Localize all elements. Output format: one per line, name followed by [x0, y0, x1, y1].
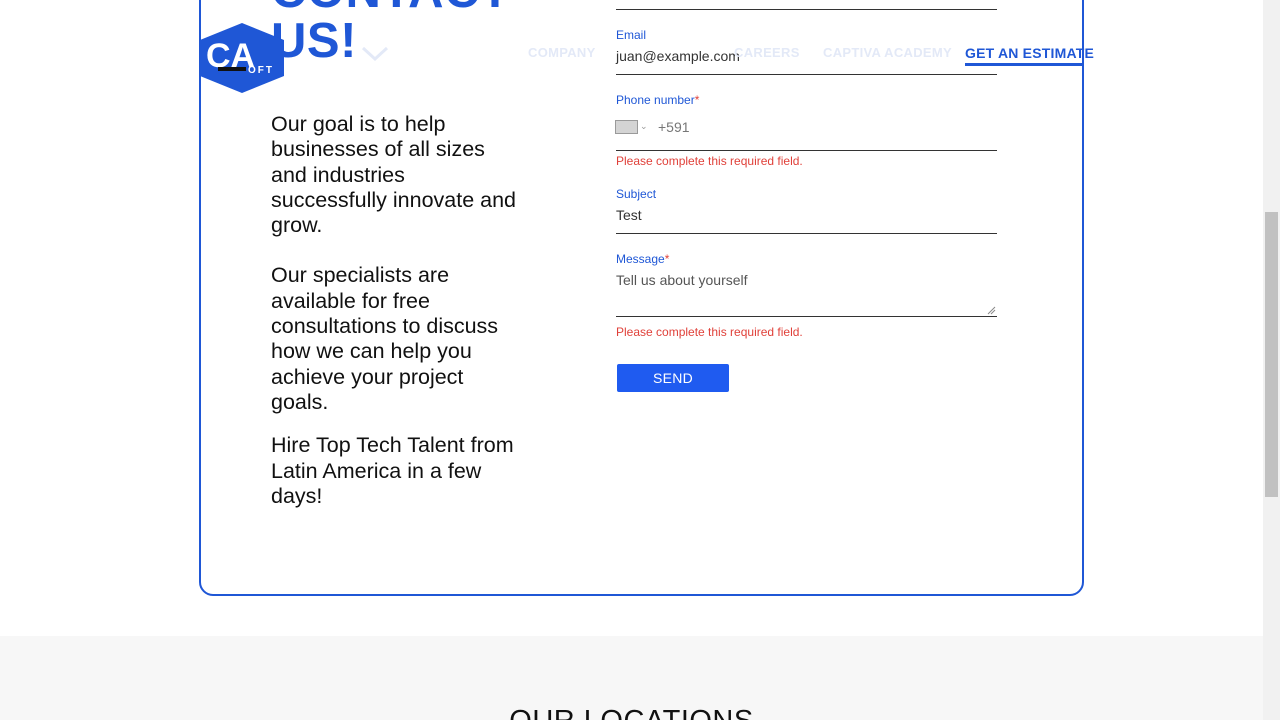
resize-handle-icon[interactable] — [987, 306, 996, 315]
message-required-mark: * — [664, 252, 670, 266]
message-label-text: Message — [616, 252, 665, 266]
send-button[interactable]: SEND — [617, 364, 729, 392]
phone-underline — [616, 150, 997, 151]
phone-field[interactable]: +591 — [658, 119, 690, 135]
subject-field[interactable]: Test — [616, 207, 642, 223]
intro-paragraph-hire: Hire Top Tech Talent from Latin America … — [271, 433, 514, 508]
email-label: Email — [616, 28, 647, 42]
page-title-line2: US! — [271, 14, 357, 68]
page: CONTACT US! Our goal is to help business… — [0, 0, 1280, 720]
logo-subtext: OFT — [248, 65, 274, 76]
country-flag-icon[interactable] — [615, 120, 638, 134]
locations-title: OUR LOCATIONS — [0, 705, 1263, 720]
message-error: Please complete this required field. — [616, 325, 803, 339]
phone-label: Phone number* — [616, 93, 699, 107]
subject-underline — [616, 233, 997, 234]
chevron-down-icon[interactable]: ⌄ — [640, 121, 648, 132]
intro-paragraph-specialists: Our specialists are available for free c… — [271, 263, 499, 414]
contact-intro: Our goal is to help businesses of all si… — [271, 112, 519, 534]
subject-label: Subject — [616, 187, 657, 201]
nav-item-company[interactable]: COMPANY — [528, 45, 596, 60]
page-title: CONTACT US! — [271, 0, 571, 66]
get-estimate-underline — [965, 63, 1083, 66]
menu-chevron-icon[interactable] — [360, 42, 390, 64]
email-field[interactable]: juan@example.com — [616, 48, 740, 64]
email-underline — [616, 74, 997, 75]
get-estimate-link[interactable]: GET AN ESTIMATE — [965, 45, 1094, 61]
message-underline — [616, 316, 997, 317]
intro-paragraph-goal: Our goal is to help businesses of all si… — [271, 112, 517, 238]
scrollbar-thumb[interactable] — [1265, 212, 1278, 497]
nav-item-careers[interactable]: CAREERS — [734, 45, 800, 60]
nav-item-academy[interactable]: CAPTIVA ACADEMY — [823, 45, 952, 60]
phone-label-text: Phone number — [616, 93, 695, 107]
logo[interactable]: CA OFT — [200, 23, 285, 93]
message-textarea[interactable]: Tell us about yourself — [616, 272, 748, 288]
phone-error: Please complete this required field. — [616, 154, 803, 168]
phone-required-mark: * — [694, 93, 700, 107]
previous-field-underline — [616, 9, 997, 10]
message-label: Message* — [616, 252, 669, 266]
